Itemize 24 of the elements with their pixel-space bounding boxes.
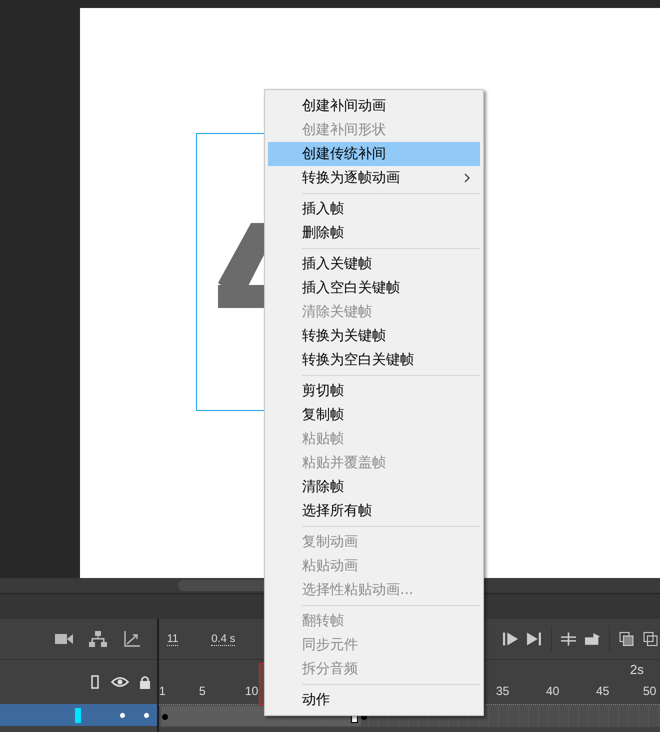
menu-item[interactable]: 动作 — [268, 688, 480, 712]
frame-label: 10 — [245, 684, 258, 698]
menu-item[interactable]: 删除帧 — [268, 221, 480, 245]
frame-label: 5 — [199, 684, 206, 698]
frame-label: 50 — [643, 684, 656, 698]
frame-label: 35 — [496, 684, 510, 698]
menu-item[interactable]: 插入关键帧 — [268, 252, 480, 276]
seconds-label: 2s — [630, 662, 644, 677]
menu-item[interactable]: 剪切帧 — [268, 379, 480, 403]
frame-label: 40 — [546, 684, 560, 698]
menu-item[interactable]: 转换为空白关键帧 — [268, 348, 480, 372]
menu-item[interactable]: 选择所有帧 — [268, 499, 480, 523]
frame-label: 1 — [159, 684, 166, 698]
menu-item[interactable]: 清除帧 — [268, 475, 480, 499]
time-readout[interactable]: 0.4 s — [211, 632, 236, 646]
menu-item[interactable]: 创建补间动画 — [268, 94, 480, 118]
menu-item[interactable]: 创建传统补间 — [268, 142, 480, 166]
menu-item[interactable]: 插入帧 — [268, 197, 480, 221]
frame-number[interactable]: 11 — [167, 632, 178, 646]
menu-item[interactable]: 插入空白关键帧 — [268, 276, 480, 300]
menu-item[interactable]: 复制帧 — [268, 403, 480, 427]
menu-item[interactable]: 转换为关键帧 — [268, 324, 480, 348]
frame-label: 45 — [596, 684, 610, 698]
menu-item[interactable]: 转换为逐帧动画 — [268, 166, 480, 190]
